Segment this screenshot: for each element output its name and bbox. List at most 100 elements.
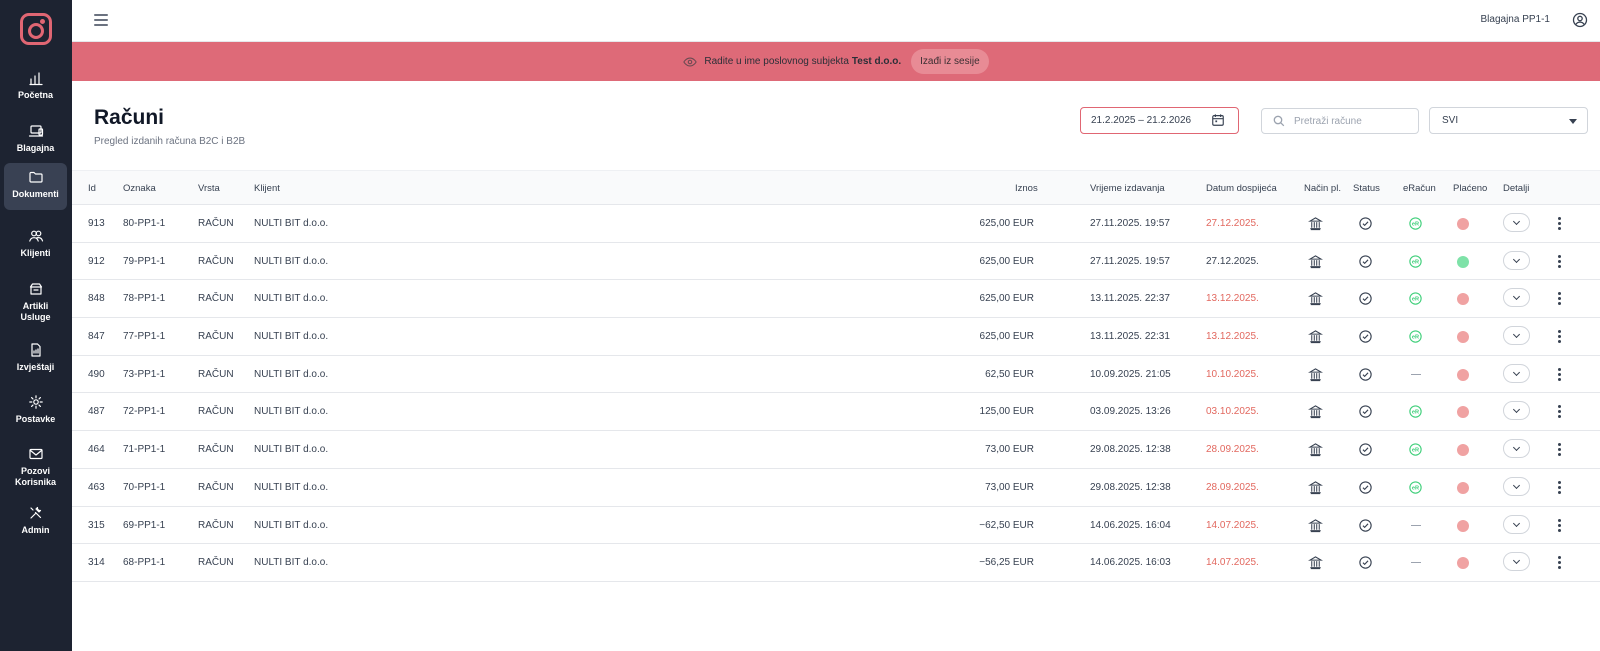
search-box[interactable] <box>1261 108 1419 134</box>
table-row[interactable]: 315 69-PP1-1 RAČUN NULTI BIT d.o.o. −62,50 E… <box>72 507 1600 545</box>
details-toggle-button[interactable] <box>1503 552 1530 572</box>
gear-icon <box>28 395 43 409</box>
sidebar-item-admin[interactable]: Admin <box>4 499 67 536</box>
details-toggle-button[interactable] <box>1503 288 1530 308</box>
banner-company: Test d.o.o. <box>851 56 902 67</box>
cell-oznaka: 72-PP1-1 <box>123 406 166 418</box>
col-header-vrsta[interactable]: Vrsta <box>198 183 220 194</box>
details-toggle-button[interactable] <box>1503 326 1530 346</box>
details-toggle-button[interactable] <box>1503 514 1530 534</box>
cell-vrsta: RAČUN <box>198 293 234 305</box>
cell-datum: 03.10.2025. <box>1206 406 1259 418</box>
eracun-icon[interactable]: eR <box>1408 480 1423 495</box>
paid-indicator[interactable] <box>1457 255 1469 268</box>
exit-session-button[interactable]: Izađi iz sesije <box>911 49 989 74</box>
row-menu-icon[interactable] <box>1558 330 1562 344</box>
cell-iznos: −62,50 EUR <box>979 519 1034 531</box>
box-icon <box>29 283 42 295</box>
sidebar-item-label: Blagajna <box>16 143 55 153</box>
row-menu-icon[interactable] <box>1558 556 1562 570</box>
cell-iznos: 73,00 EUR <box>985 481 1034 493</box>
bank-transfer-icon <box>1308 443 1323 457</box>
filter-select[interactable]: SVI <box>1429 107 1588 134</box>
date-range-input[interactable]: 21.2.2025 – 21.2.2026 <box>1080 107 1239 134</box>
cell-klijent: NULTI BIT d.o.o. <box>254 368 329 380</box>
details-toggle-button[interactable] <box>1503 213 1530 232</box>
row-menu-icon[interactable] <box>1558 443 1562 457</box>
paid-indicator[interactable] <box>1457 368 1469 381</box>
row-menu-icon[interactable] <box>1558 367 1562 382</box>
row-menu-icon[interactable] <box>1558 480 1562 495</box>
cell-vrsta: RAČUN <box>198 368 234 380</box>
cell-id: 913 <box>88 218 105 229</box>
sidebar-item-dokumenti[interactable]: Dokumenti <box>4 163 67 210</box>
sidebar-item-izvještaji[interactable]: Izvještaji <box>4 336 67 373</box>
details-toggle-button[interactable] <box>1503 363 1530 383</box>
details-toggle-button[interactable] <box>1503 476 1530 496</box>
check-circle-icon <box>1359 443 1372 456</box>
table-row[interactable]: 464 71-PP1-1 RAČUN NULTI BIT d.o.o. 73,00 EU… <box>72 431 1600 469</box>
paid-indicator[interactable] <box>1457 331 1469 344</box>
table-row[interactable]: 848 78-PP1-1 RAČUN NULTI BIT d.o.o. 625,00 E… <box>72 280 1600 319</box>
menu-icon[interactable] <box>94 14 108 26</box>
table-row[interactable]: 314 68-PP1-1 RAČUN NULTI BIT d.o.o. −56,25 E… <box>72 544 1600 582</box>
table-row[interactable]: 847 77-PP1-1 RAČUN NULTI BIT d.o.o. 625,00 E… <box>72 318 1600 356</box>
paid-indicator[interactable] <box>1457 444 1469 457</box>
user-account-icon[interactable] <box>1572 12 1588 28</box>
eracun-icon[interactable]: eR <box>1408 404 1423 419</box>
sidebar-item-klijenti[interactable]: Klijenti <box>4 222 67 259</box>
col-header-oznaka[interactable]: Oznaka <box>123 183 156 194</box>
paid-indicator[interactable] <box>1457 218 1469 230</box>
eracun-icon[interactable]: eR <box>1408 216 1423 231</box>
sidebar: Početna Blagajna Dokumenti Klijenti Artikli … <box>0 0 72 651</box>
paid-indicator[interactable] <box>1457 519 1469 532</box>
details-toggle-button[interactable] <box>1503 401 1530 421</box>
col-header-eracun[interactable]: eRačun <box>1403 183 1436 194</box>
table-row[interactable]: 913 80-PP1-1 RAČUN NULTI BIT d.o.o. 625,00 E… <box>72 205 1600 243</box>
eracun-icon[interactable]: eR <box>1408 329 1423 344</box>
col-header-status[interactable]: Status <box>1353 183 1380 194</box>
col-header-datum[interactable]: Datum dospijeća <box>1206 183 1277 194</box>
col-header-nacin[interactable]: Način pl. <box>1304 183 1341 194</box>
table-row[interactable]: 490 73-PP1-1 RAČUN NULTI BIT d.o.o. 62,50 EU… <box>72 356 1600 394</box>
paid-indicator[interactable] <box>1457 293 1469 306</box>
cell-datum: 10.10.2025. <box>1206 368 1259 380</box>
paid-indicator[interactable] <box>1457 406 1469 419</box>
sidebar-item-početna[interactable]: Početna <box>4 64 67 101</box>
sidebar-item-artikli[interactable]: Artikli Usluge <box>4 275 67 323</box>
sidebar-item-blagajna[interactable]: Blagajna <box>4 117 67 154</box>
row-menu-icon[interactable] <box>1558 405 1562 419</box>
col-header-placeno[interactable]: Plaćeno <box>1453 183 1487 194</box>
check-circle-icon <box>1359 556 1372 569</box>
row-menu-icon[interactable] <box>1558 518 1562 533</box>
col-header-iznos[interactable]: Iznos <box>1015 183 1038 194</box>
table-row[interactable]: 912 79-PP1-1 RAČUN NULTI BIT d.o.o. 625,00 E… <box>72 243 1600 281</box>
eracun-icon[interactable]: eR <box>1408 291 1423 306</box>
col-header-vrijeme[interactable]: Vrijeme izdavanja <box>1090 183 1165 194</box>
cashier-label[interactable]: Blagajna PP1-1 <box>1481 14 1551 25</box>
paid-indicator[interactable] <box>1457 481 1469 494</box>
cell-vrsta: RAČUN <box>198 481 234 493</box>
table-row[interactable]: 487 72-PP1-1 RAČUN NULTI BIT d.o.o. 125,00 E… <box>72 393 1600 432</box>
details-toggle-button[interactable] <box>1503 250 1530 270</box>
search-input[interactable] <box>1294 114 1412 129</box>
svg-text:eR: eR <box>1412 222 1419 228</box>
cell-vrijeme: 27.11.2025. 19:57 <box>1090 255 1170 267</box>
eracun-icon[interactable]: eR <box>1408 442 1423 457</box>
details-toggle-button[interactable] <box>1503 439 1530 459</box>
paid-indicator[interactable] <box>1457 557 1469 570</box>
table-row[interactable]: 463 70-PP1-1 RAČUN NULTI BIT d.o.o. 73,00 EU… <box>72 469 1600 507</box>
col-header-klijent[interactable]: Klijent <box>254 183 280 194</box>
eracun-icon[interactable]: eR <box>1408 254 1423 269</box>
col-header-id[interactable]: Id <box>88 183 96 194</box>
bank-transfer-icon <box>1308 556 1323 570</box>
row-menu-icon[interactable] <box>1558 217 1562 231</box>
bank-transfer-icon <box>1308 292 1323 306</box>
cell-datum: 13.12.2025. <box>1206 331 1259 343</box>
logo-icon[interactable] <box>20 13 52 45</box>
row-menu-icon[interactable] <box>1558 254 1562 269</box>
sidebar-item-pozovi[interactable]: Pozovi Korisnika <box>4 440 67 488</box>
sidebar-item-postavke[interactable]: Postavke <box>4 388 67 425</box>
row-menu-icon[interactable] <box>1558 292 1562 306</box>
calendar-icon[interactable] <box>1211 113 1225 127</box>
